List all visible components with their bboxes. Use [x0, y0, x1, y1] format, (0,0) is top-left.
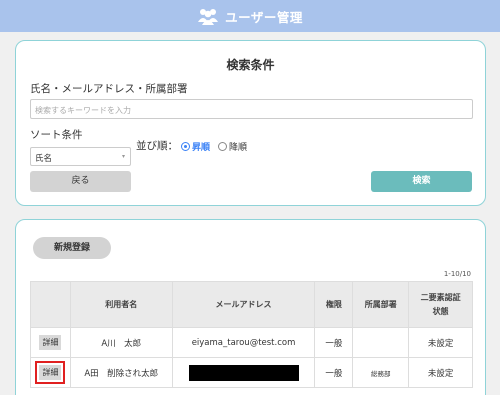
- redacted-email: [188, 364, 299, 381]
- back-button[interactable]: 戻る: [30, 171, 131, 192]
- user-twofa-status: 未設定: [408, 327, 473, 358]
- order-asc-label[interactable]: 昇順: [192, 140, 210, 153]
- user-name: A田 削除され太郎: [69, 357, 173, 388]
- user-role: 一般: [314, 327, 354, 358]
- keyword-label: 氏名・メールアドレス・所属部署: [30, 83, 188, 95]
- col-header-name: 利用者名: [69, 281, 173, 328]
- page-title: ユーザー管理: [225, 9, 303, 25]
- order-asc-radio[interactable]: [181, 142, 190, 151]
- table-header-row: 利用者名 メールアドレス 権限 所属部署 二要素認証 状態: [30, 281, 473, 328]
- search-panel: 検索条件 氏名・メールアドレス・所属部署 検索するキーワードを入力 ソート条件 …: [15, 40, 486, 206]
- user-email: eiyama_tarou@test.com: [171, 327, 316, 358]
- users-icon: [198, 9, 219, 25]
- order-radio-group: 昇順 降順: [181, 140, 255, 153]
- chevron-down-icon: ▾: [121, 153, 125, 160]
- new-user-button[interactable]: 新規登録: [33, 237, 111, 259]
- detail-button[interactable]: 詳細: [39, 335, 62, 350]
- sort-select-value: 氏名: [35, 154, 53, 164]
- result-count: 1-10/10: [443, 270, 471, 278]
- user-role: 一般: [314, 357, 354, 388]
- user-twofa-status: 未設定: [408, 357, 473, 388]
- sort-select[interactable]: 氏名 ▾: [30, 147, 131, 166]
- table-row: 詳細 A川 太郎 eiyama_tarou@test.com 一般 未設定: [30, 327, 473, 358]
- user-name: A川 太郎: [69, 327, 173, 358]
- order-label: 並び順：: [136, 140, 178, 152]
- col-header-dept: 所属部署: [352, 281, 410, 328]
- user-dept: 総務部: [352, 357, 410, 388]
- user-table: 利用者名 メールアドレス 権限 所属部署 二要素認証 状態 詳細 A川 太郎 ei…: [30, 281, 473, 388]
- table-row: 詳細 A田 削除され太郎 一般 総務部 未設定: [30, 357, 473, 388]
- col-header-email: メールアドレス: [171, 281, 316, 328]
- user-dept: [352, 327, 410, 358]
- keyword-input[interactable]: 検索するキーワードを入力: [30, 99, 473, 119]
- detail-button[interactable]: 詳細: [35, 361, 66, 384]
- col-header-twofa: 二要素認証 状態: [408, 281, 473, 328]
- search-panel-title: 検索条件: [226, 58, 275, 72]
- order-desc-radio[interactable]: [218, 142, 228, 151]
- app-header: ユーザー管理: [0, 0, 500, 32]
- search-button[interactable]: 検索: [371, 171, 472, 192]
- col-header-role: 権限: [314, 281, 354, 328]
- order-desc-label[interactable]: 降順: [229, 140, 247, 153]
- col-header-action: [30, 281, 71, 328]
- user-list-panel: 新規登録 1-10/10 利用者名 メールアドレス 権限 所属部署 二要素認証状…: [15, 219, 486, 395]
- sort-label: ソート条件: [30, 129, 83, 141]
